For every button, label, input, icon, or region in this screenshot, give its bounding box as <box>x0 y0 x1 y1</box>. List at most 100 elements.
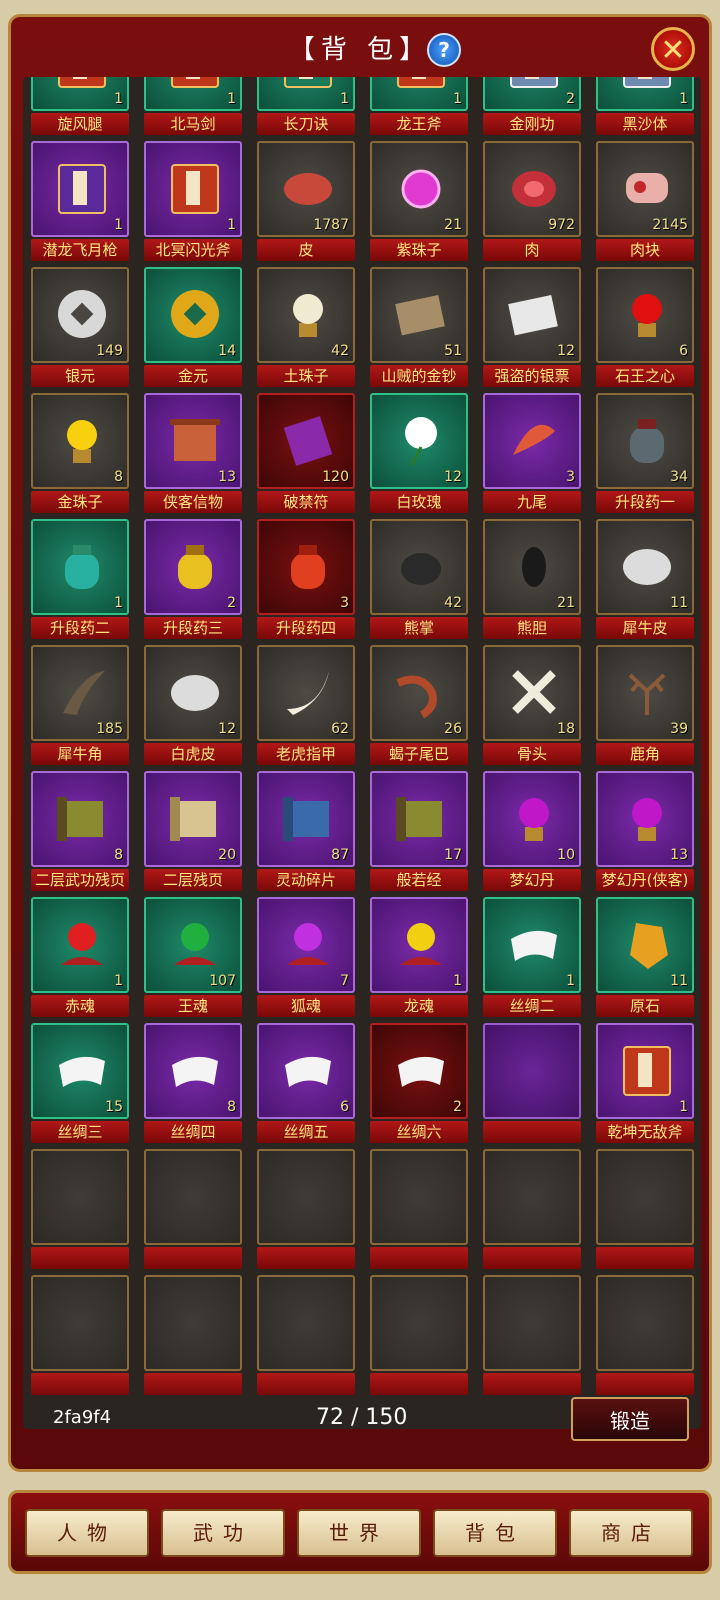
slot-tile[interactable]: 12 <box>370 393 468 489</box>
empty-slot[interactable] <box>253 1275 355 1395</box>
inventory-slot[interactable]: 1 丝绸二 <box>479 897 581 1017</box>
inventory-slot[interactable]: 18 骨头 <box>479 645 581 765</box>
slot-tile[interactable] <box>31 1149 129 1245</box>
slot-tile[interactable]: 11 <box>596 897 694 993</box>
inventory-slot[interactable]: 8 二层武功残页 <box>27 771 129 891</box>
inventory-slot[interactable]: 62 老虎指甲 <box>253 645 355 765</box>
inventory-slot[interactable]: 15 丝绸三 <box>27 1023 129 1143</box>
slot-tile[interactable]: 8 <box>144 1023 242 1119</box>
inventory-slot[interactable]: 1 乾坤无敌斧 <box>592 1023 694 1143</box>
slot-tile[interactable]: 2 <box>370 1023 468 1119</box>
inventory-slot[interactable]: 7 狐魂 <box>253 897 355 1017</box>
slot-tile[interactable]: 1 <box>31 897 129 993</box>
slot-tile[interactable]: 107 <box>144 897 242 993</box>
slot-tile[interactable]: 185 <box>31 645 129 741</box>
inventory-slot[interactable]: 1 潜龙飞月枪 <box>27 141 129 261</box>
slot-tile[interactable]: 3 <box>483 393 581 489</box>
inventory-slot[interactable]: 21 紫珠子 <box>366 141 468 261</box>
slot-tile[interactable] <box>257 1275 355 1371</box>
slot-tile[interactable]: 1 <box>144 77 242 111</box>
inventory-slot[interactable]: 42 土珠子 <box>253 267 355 387</box>
inventory-slot[interactable]: 3 九尾 <box>479 393 581 513</box>
inventory-slot[interactable]: 1787 皮 <box>253 141 355 261</box>
slot-tile[interactable] <box>483 1275 581 1371</box>
nav-shop-button[interactable]: 商店 <box>569 1509 693 1557</box>
slot-tile[interactable] <box>596 1275 694 1371</box>
slot-tile[interactable] <box>144 1275 242 1371</box>
inventory-slot[interactable]: 1 升段药二 <box>27 519 129 639</box>
slot-tile[interactable]: 1 <box>483 897 581 993</box>
slot-tile[interactable]: 1 <box>144 141 242 237</box>
forge-button[interactable]: 锻造 <box>571 1397 689 1441</box>
slot-tile[interactable]: 21 <box>483 519 581 615</box>
inventory-slot[interactable]: 20 二层残页 <box>140 771 242 891</box>
slot-tile[interactable]: 10 <box>483 771 581 867</box>
inventory-slot[interactable]: 8 丝绸四 <box>140 1023 242 1143</box>
slot-tile[interactable]: 12 <box>144 645 242 741</box>
empty-slot[interactable] <box>479 1023 581 1143</box>
inventory-slot[interactable]: 39 鹿角 <box>592 645 694 765</box>
empty-slot[interactable] <box>592 1149 694 1269</box>
inventory-slot[interactable]: 17 般若经 <box>366 771 468 891</box>
inventory-slot[interactable]: 21 熊胆 <box>479 519 581 639</box>
inventory-slot[interactable]: 1 旋风腿 <box>27 77 129 135</box>
inventory-slot[interactable]: 1 黑沙体 <box>592 77 694 135</box>
inventory-slot[interactable]: 1 长刀诀 <box>253 77 355 135</box>
slot-tile[interactable]: 13 <box>144 393 242 489</box>
slot-tile[interactable]: 8 <box>31 771 129 867</box>
slot-tile[interactable]: 1 <box>257 77 355 111</box>
slot-tile[interactable]: 1 <box>31 77 129 111</box>
slot-tile[interactable]: 17 <box>370 771 468 867</box>
inventory-slot[interactable]: 87 灵动碎片 <box>253 771 355 891</box>
slot-tile[interactable]: 87 <box>257 771 355 867</box>
inventory-slot[interactable]: 34 升段药一 <box>592 393 694 513</box>
slot-tile[interactable]: 26 <box>370 645 468 741</box>
slot-tile[interactable]: 34 <box>596 393 694 489</box>
empty-slot[interactable] <box>592 1275 694 1395</box>
inventory-slot[interactable]: 6 丝绸五 <box>253 1023 355 1143</box>
slot-tile[interactable] <box>31 1275 129 1371</box>
empty-slot[interactable] <box>27 1149 129 1269</box>
inventory-slot[interactable]: 12 白玫瑰 <box>366 393 468 513</box>
slot-tile[interactable]: 39 <box>596 645 694 741</box>
inventory-slot[interactable]: 13 侠客信物 <box>140 393 242 513</box>
slot-tile[interactable] <box>596 1149 694 1245</box>
inventory-slot[interactable]: 972 肉 <box>479 141 581 261</box>
help-icon[interactable]: ? <box>427 33 461 67</box>
inventory-slot[interactable]: 6 石王之心 <box>592 267 694 387</box>
nav-inventory-button[interactable]: 背包 <box>433 1509 557 1557</box>
slot-tile[interactable] <box>370 1149 468 1245</box>
slot-tile[interactable]: 7 <box>257 897 355 993</box>
slot-tile[interactable]: 1787 <box>257 141 355 237</box>
slot-tile[interactable]: 14 <box>144 267 242 363</box>
nav-martial-arts-button[interactable]: 武功 <box>161 1509 285 1557</box>
inventory-slot[interactable]: 10 梦幻丹 <box>479 771 581 891</box>
slot-tile[interactable]: 2 <box>483 77 581 111</box>
inventory-slot[interactable]: 120 破禁符 <box>253 393 355 513</box>
inventory-slot[interactable]: 1 龙王斧 <box>366 77 468 135</box>
slot-tile[interactable]: 18 <box>483 645 581 741</box>
inventory-slot[interactable]: 8 金珠子 <box>27 393 129 513</box>
empty-slot[interactable] <box>479 1275 581 1395</box>
slot-tile[interactable]: 1 <box>31 519 129 615</box>
inventory-slot[interactable]: 107 王魂 <box>140 897 242 1017</box>
inventory-slot[interactable]: 1 北冥闪光斧 <box>140 141 242 261</box>
slot-tile[interactable]: 1 <box>596 1023 694 1119</box>
empty-slot[interactable] <box>479 1149 581 1269</box>
item-grid[interactable]: 1 旋风腿 1 北马剑 1 长刀诀 1 龙王斧 2 金刚功 1 黑沙体 1 潜龙飞月枪 1 北冥闪光斧 1787… <box>23 77 701 1429</box>
inventory-slot[interactable]: 185 犀牛角 <box>27 645 129 765</box>
slot-tile[interactable]: 1 <box>596 77 694 111</box>
slot-tile[interactable]: 42 <box>370 519 468 615</box>
inventory-slot[interactable]: 1 北马剑 <box>140 77 242 135</box>
slot-tile[interactable]: 21 <box>370 141 468 237</box>
slot-tile[interactable]: 51 <box>370 267 468 363</box>
slot-tile[interactable] <box>144 1149 242 1245</box>
empty-slot[interactable] <box>253 1149 355 1269</box>
slot-tile[interactable]: 12 <box>483 267 581 363</box>
slot-tile[interactable]: 2 <box>144 519 242 615</box>
inventory-slot[interactable]: 14 金元 <box>140 267 242 387</box>
slot-tile[interactable]: 972 <box>483 141 581 237</box>
inventory-slot[interactable]: 1 赤魂 <box>27 897 129 1017</box>
slot-tile[interactable]: 3 <box>257 519 355 615</box>
close-icon[interactable]: ✕ <box>651 27 695 71</box>
